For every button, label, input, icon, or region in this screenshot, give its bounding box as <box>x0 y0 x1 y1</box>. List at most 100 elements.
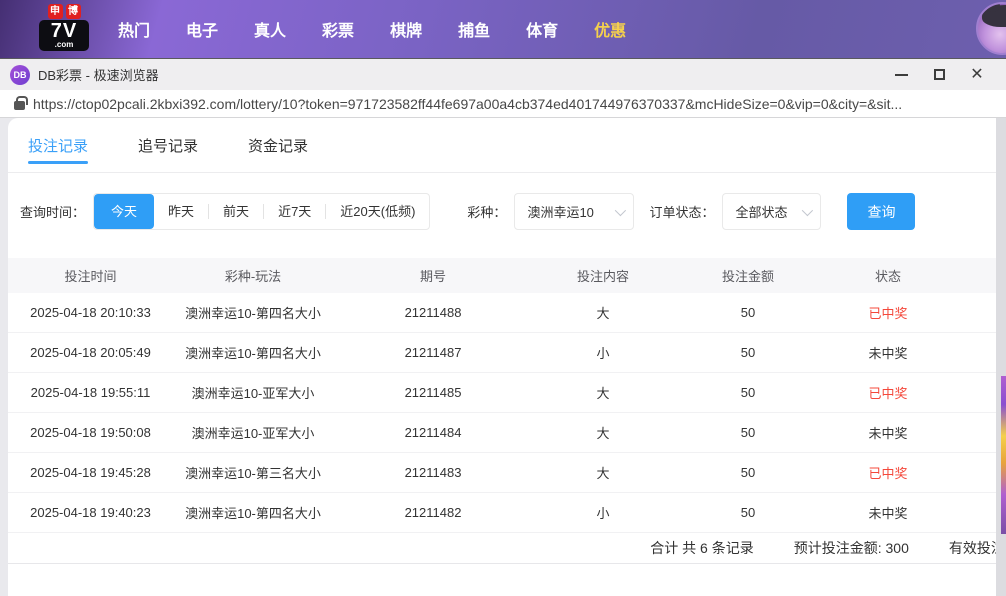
cell-status: 未中奖 <box>823 343 953 362</box>
table-body: 2025-04-18 20:10:33 澳洲幸运10-第四名大小 2121148… <box>8 293 1006 533</box>
column-header-status: 状态 <box>823 266 953 285</box>
logo-com-text: .com <box>39 41 89 49</box>
table-row: 2025-04-18 20:10:33 澳洲幸运10-第四名大小 2121148… <box>8 293 1006 333</box>
nav-item-slots[interactable]: 电子 <box>186 17 218 41</box>
cell-status: 已中奖 <box>823 303 953 322</box>
nav-item-sports[interactable]: 体育 <box>526 17 558 41</box>
time-option-day-before[interactable]: 前天 <box>209 194 263 229</box>
column-header-content: 投注内容 <box>533 266 673 285</box>
site-topbar: 申 博 7V .com 热门 电子 真人 彩票 棋牌 捕鱼 体育 优惠 <box>0 0 1006 58</box>
nav-item-live[interactable]: 真人 <box>254 17 286 41</box>
close-button[interactable]: ✕ <box>958 61 996 89</box>
chevron-down-icon <box>802 204 813 215</box>
time-filter-label: 查询时间： <box>20 202 85 221</box>
cell-issue-number: 21211484 <box>333 425 533 440</box>
cell-issue-number: 21211485 <box>333 385 533 400</box>
cell-bet-content: 小 <box>533 503 673 522</box>
cell-bet-content: 大 <box>533 463 673 482</box>
cell-issue-number: 21211483 <box>333 465 533 480</box>
record-tabs: 投注记录 追号记录 资金记录 <box>8 118 1006 173</box>
cell-game-play: 澳洲幸运10-第四名大小 <box>173 343 333 362</box>
status-select-value: 全部状态 <box>735 202 787 221</box>
cell-status: 未中奖 <box>823 423 953 442</box>
cell-game-play: 澳洲幸运10-第四名大小 <box>173 303 333 322</box>
logo-badges: 申 博 <box>48 4 81 19</box>
time-option-7days[interactable]: 近7天 <box>264 194 325 229</box>
cell-status: 已中奖 <box>823 463 953 482</box>
cell-issue-number: 21211487 <box>333 345 533 360</box>
table-row: 2025-04-18 20:05:49 澳洲幸运10-第四名大小 2121148… <box>8 333 1006 373</box>
time-option-today[interactable]: 今天 <box>94 194 154 229</box>
side-floating-widget[interactable] <box>1001 376 1006 534</box>
table-row: 2025-04-18 19:40:23 澳洲幸运10-第四名大小 2121148… <box>8 493 1006 533</box>
nav-item-promo[interactable]: 优惠 <box>594 17 626 41</box>
cell-game-play: 澳洲幸运10-第四名大小 <box>173 503 333 522</box>
logo-text: 7V <box>39 21 89 41</box>
site-logo[interactable]: 申 博 7V .com <box>36 4 92 51</box>
table-row: 2025-04-18 19:50:08 澳洲幸运10-亚军大小 21211484… <box>8 413 1006 453</box>
nav-item-cards[interactable]: 棋牌 <box>390 17 422 41</box>
cell-bet-content: 大 <box>533 303 673 322</box>
cell-bet-time: 2025-04-18 19:55:11 <box>8 385 173 400</box>
tab-chase-records[interactable]: 追号记录 <box>138 118 198 172</box>
lottery-select[interactable]: 澳洲幸运10 <box>514 193 634 230</box>
cell-bet-amount: 50 <box>673 385 823 400</box>
window-title: DB彩票 - 极速浏览器 <box>38 65 159 84</box>
maximize-button[interactable] <box>920 61 958 89</box>
time-option-yesterday[interactable]: 昨天 <box>154 194 208 229</box>
tab-bet-records[interactable]: 投注记录 <box>28 118 88 172</box>
window-controls: ✕ <box>882 61 996 89</box>
status-filter-label: 订单状态： <box>649 202 714 221</box>
url-text[interactable]: https://ctop02pcali.2kbxi392.com/lottery… <box>33 96 996 112</box>
close-icon: ✕ <box>970 67 983 83</box>
column-header-amount: 投注金额 <box>673 266 823 285</box>
cell-bet-content: 小 <box>533 343 673 362</box>
time-filter-group: 今天 昨天 前天 近7天 近20天(低频) <box>93 193 430 230</box>
logo-main: 7V .com <box>39 20 89 51</box>
filter-bar: 查询时间： 今天 昨天 前天 近7天 近20天(低频) 彩种： 澳洲幸运10 订… <box>20 193 1006 230</box>
cell-bet-amount: 50 <box>673 505 823 520</box>
table-row: 2025-04-18 19:45:28 澳洲幸运10-第三名大小 2121148… <box>8 453 1006 493</box>
logo-badge-shen: 申 <box>48 4 63 19</box>
column-header-time: 投注时间 <box>8 266 173 285</box>
nav-item-hot[interactable]: 热门 <box>118 17 150 41</box>
nav-item-fishing[interactable]: 捕鱼 <box>458 17 490 41</box>
cell-bet-amount: 50 <box>673 465 823 480</box>
browser-app-icon: DB <box>10 65 30 85</box>
lock-icon <box>14 101 25 110</box>
table-row: 2025-04-18 19:55:11 澳洲幸运10-亚军大小 21211485… <box>8 373 1006 413</box>
time-option-20days[interactable]: 近20天(低频) <box>326 194 429 229</box>
cell-bet-amount: 50 <box>673 305 823 320</box>
cell-game-play: 澳洲幸运10-亚军大小 <box>173 423 333 442</box>
summary-bar: 合计 共 6 条记录 预计投注金额: 300 有效投注金额: 300 <box>8 534 1006 564</box>
order-status-select[interactable]: 全部状态 <box>722 193 821 230</box>
cell-issue-number: 21211488 <box>333 305 533 320</box>
logo-badge-bo: 博 <box>66 4 81 19</box>
user-avatar[interactable] <box>976 2 1006 55</box>
summary-total: 合计 共 6 条记录 <box>650 538 753 558</box>
cell-status: 已中奖 <box>823 383 953 402</box>
cell-issue-number: 21211482 <box>333 505 533 520</box>
minimize-button[interactable] <box>882 61 920 89</box>
browser-titlebar: DB DB彩票 - 极速浏览器 ✕ <box>0 58 1006 90</box>
cell-bet-content: 大 <box>533 423 673 442</box>
table-header: 投注时间 彩种-玩法 期号 投注内容 投注金额 状态 <box>8 258 1006 293</box>
nav-item-lottery[interactable]: 彩票 <box>322 17 354 41</box>
cell-game-play: 澳洲幸运10-第三名大小 <box>173 463 333 482</box>
cell-game-play: 澳洲幸运10-亚军大小 <box>173 383 333 402</box>
search-button[interactable]: 查询 <box>847 193 915 230</box>
tab-fund-records[interactable]: 资金记录 <box>248 118 308 172</box>
cell-bet-amount: 50 <box>673 345 823 360</box>
minimize-icon <box>895 74 908 76</box>
cell-bet-amount: 50 <box>673 425 823 440</box>
chevron-down-icon <box>615 204 626 215</box>
cell-bet-time: 2025-04-18 19:50:08 <box>8 425 173 440</box>
cell-bet-time: 2025-04-18 19:40:23 <box>8 505 173 520</box>
lottery-select-value: 澳洲幸运10 <box>527 202 593 221</box>
page-background: 投注记录 追号记录 资金记录 查询时间： 今天 昨天 前天 近7天 近20天(低… <box>0 118 1006 596</box>
column-header-issue: 期号 <box>333 266 533 285</box>
cell-bet-time: 2025-04-18 20:05:49 <box>8 345 173 360</box>
summary-expected-amount: 预计投注金额: 300 <box>794 538 909 558</box>
lottery-filter-label: 彩种： <box>467 202 506 221</box>
maximize-icon <box>934 69 945 80</box>
